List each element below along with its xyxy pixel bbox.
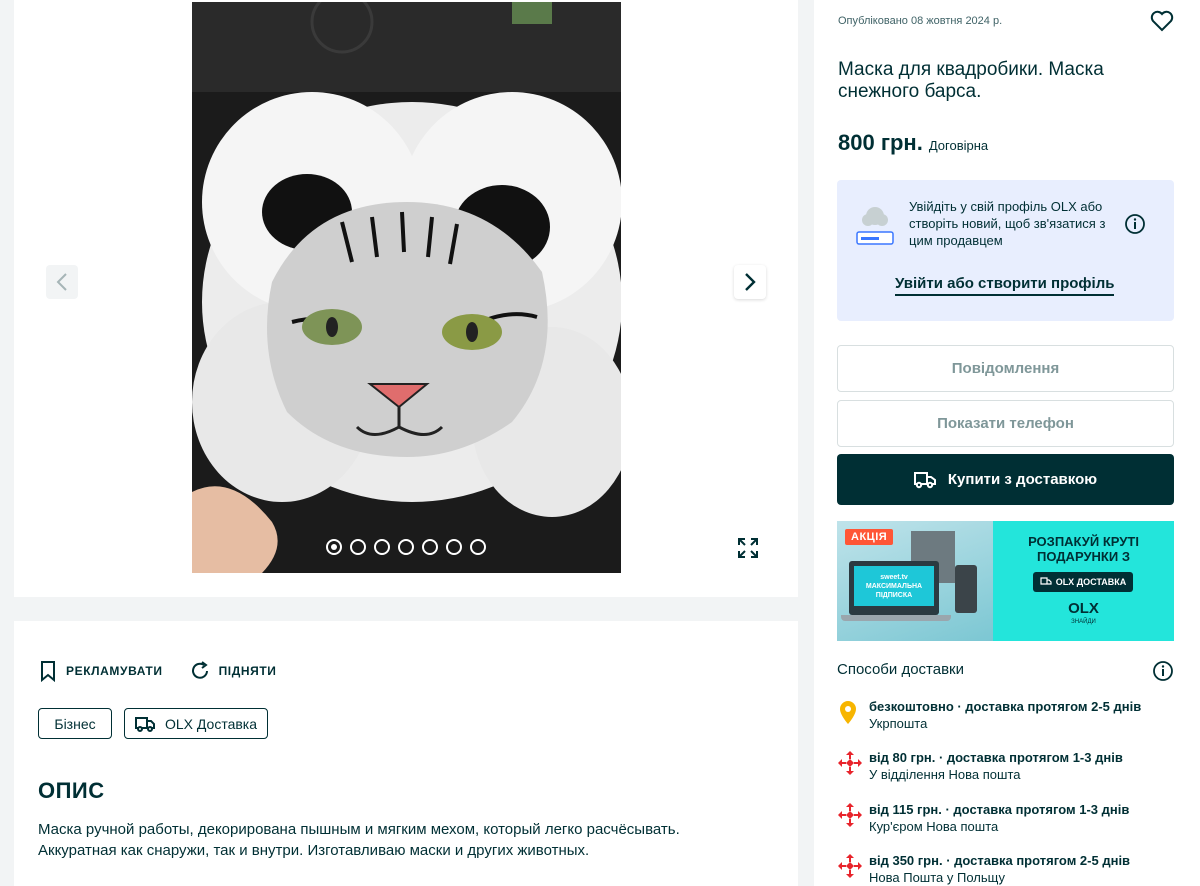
published-date: Опубліковано 08 жовтня 2024 р.	[838, 15, 1003, 27]
next-photo-button[interactable]	[734, 265, 766, 299]
banner-badge-label: OLX ДОСТАВКА	[1055, 577, 1127, 587]
bump-button[interactable]: ПІДНЯТИ	[189, 660, 277, 682]
profile-illustration-icon	[856, 207, 894, 245]
truck-icon	[135, 716, 155, 732]
delivery-option-main: від 350 грн. · доставка протягом 2-5 дні…	[869, 853, 1131, 868]
photo-dot[interactable]	[326, 539, 342, 555]
laptop-base	[841, 615, 951, 621]
listing-sidebar: Опубліковано 08 жовтня 2024 р. Маска для…	[814, 0, 1200, 886]
photo-dot[interactable]	[374, 539, 390, 555]
laptop-image: sweet.tv МАКСИМАЛЬНА ПІДПИСКА	[849, 561, 939, 615]
description-card: РЕКЛАМУВАТИ ПІДНЯТИ Бізнес OLX Доставка …	[14, 621, 798, 886]
chevron-right-icon	[745, 273, 756, 291]
heart-icon	[1150, 10, 1174, 32]
photo-dot[interactable]	[398, 539, 414, 555]
truck-icon	[913, 471, 936, 488]
listing-title: Маска для квадробики. Маска снежного бар…	[838, 59, 1104, 102]
promotion-actions: РЕКЛАМУВАТИ ПІДНЯТИ	[38, 660, 277, 682]
price: 800 грн.	[838, 130, 923, 155]
tag-olx-delivery[interactable]: OLX Доставка	[124, 708, 269, 739]
screen-text: МАКСИМАЛЬНА ПІДПИСКА	[865, 582, 923, 599]
tag-business-label: Бізнес	[54, 715, 96, 732]
login-link[interactable]: Увійти або створити профіль	[895, 275, 1115, 296]
nova-poshta-icon	[838, 751, 862, 775]
delivery-methods-title: Способи доставки	[837, 661, 964, 678]
sale-badge: АКЦІЯ	[845, 529, 894, 545]
buy-with-delivery-label: Купити з доставкою	[947, 471, 1098, 488]
delivery-option-sub: Нова Пошта у Польщу	[869, 870, 1005, 885]
info-icon[interactable]	[1124, 213, 1146, 235]
nova-poshta-icon	[838, 854, 862, 878]
login-prompt-text: Увійдіть у свій профіль OLX або створіть…	[909, 199, 1106, 248]
banner-headline: РОЗПАКУЙ КРУТІ ПОДАРУНКИ З	[1028, 534, 1139, 564]
negotiable-label: Договірна	[928, 138, 989, 153]
delivery-option-sub: У відділення Нова пошта	[869, 767, 1021, 782]
pin-icon	[840, 701, 856, 724]
bookmark-icon	[41, 661, 55, 682]
chevron-left-icon	[56, 273, 67, 291]
promote-label: РЕКЛАМУВАТИ	[66, 664, 163, 678]
buy-with-delivery-button[interactable]: Купити з доставкою	[837, 454, 1174, 505]
banner-text-panel: РОЗПАКУЙ КРУТІ ПОДАРУНКИ З OLX ДОСТАВКА …	[993, 521, 1174, 641]
photo-dot[interactable]	[350, 539, 366, 555]
info-icon[interactable]	[1152, 660, 1174, 682]
banner-delivery-badge: OLX ДОСТАВКА	[1033, 572, 1133, 592]
delivery-option-sub: Кур'єром Нова пошта	[869, 819, 999, 834]
screen-brand: sweet.tv	[880, 573, 908, 581]
message-button[interactable]: Повідомлення	[837, 345, 1174, 392]
promo-banner[interactable]: АКЦІЯ sweet.tv МАКСИМАЛЬНА ПІДПИСКА РОЗП…	[837, 521, 1174, 641]
tag-business[interactable]: Бізнес	[38, 708, 112, 739]
favorite-button[interactable]	[1150, 10, 1174, 37]
listing-photo[interactable]	[192, 2, 621, 573]
delivery-option-main: безкоштовно · доставка протягом 2-5 днів	[869, 699, 1142, 714]
photo-dot[interactable]	[422, 539, 438, 555]
olx-logo: OLX	[1068, 600, 1099, 617]
delivery-option-main: від 115 грн. · доставка протягом 1-3 дні…	[869, 802, 1130, 817]
photo-dot[interactable]	[446, 539, 462, 555]
show-phone-button[interactable]: Показати телефон	[837, 400, 1174, 447]
truck-icon	[1040, 577, 1052, 585]
expand-icon	[738, 538, 758, 558]
gallery-card	[14, 0, 798, 597]
delivery-option-main: від 80 грн. · доставка протягом 1-3 днів	[869, 750, 1123, 765]
tag-olx-delivery-label: OLX Доставка	[165, 715, 258, 732]
bump-label: ПІДНЯТИ	[218, 664, 277, 678]
listing-tags: Бізнес OLX Доставка	[38, 708, 269, 739]
description-text: Маска ручной работы, декорирована пышным…	[38, 821, 680, 859]
laptop-screen: sweet.tv МАКСИМАЛЬНА ПІДПИСКА	[854, 566, 934, 606]
nova-poshta-icon	[838, 803, 862, 827]
login-prompt: Увійдіть у свій профіль OLX або створіть…	[837, 180, 1174, 321]
price-row: 800 грн. Договірна	[838, 130, 988, 156]
previous-photo-button[interactable]	[46, 265, 78, 299]
delivery-option-sub: Укрпошта	[869, 716, 928, 731]
promote-button[interactable]: РЕКЛАМУВАТИ	[38, 660, 163, 682]
description-heading: ОПИС	[38, 778, 105, 803]
banner-product-image: АКЦІЯ sweet.tv МАКСИМАЛЬНА ПІДПИСКА	[837, 521, 993, 641]
phone-image	[955, 565, 977, 613]
banner-slogan: ЗНАЙДИ	[1071, 619, 1096, 625]
fullscreen-button[interactable]	[732, 532, 764, 564]
refresh-icon	[191, 661, 208, 679]
photo-pagination	[326, 539, 486, 555]
photo-dot[interactable]	[470, 539, 486, 555]
snow-leopard-mask-image	[192, 2, 621, 573]
